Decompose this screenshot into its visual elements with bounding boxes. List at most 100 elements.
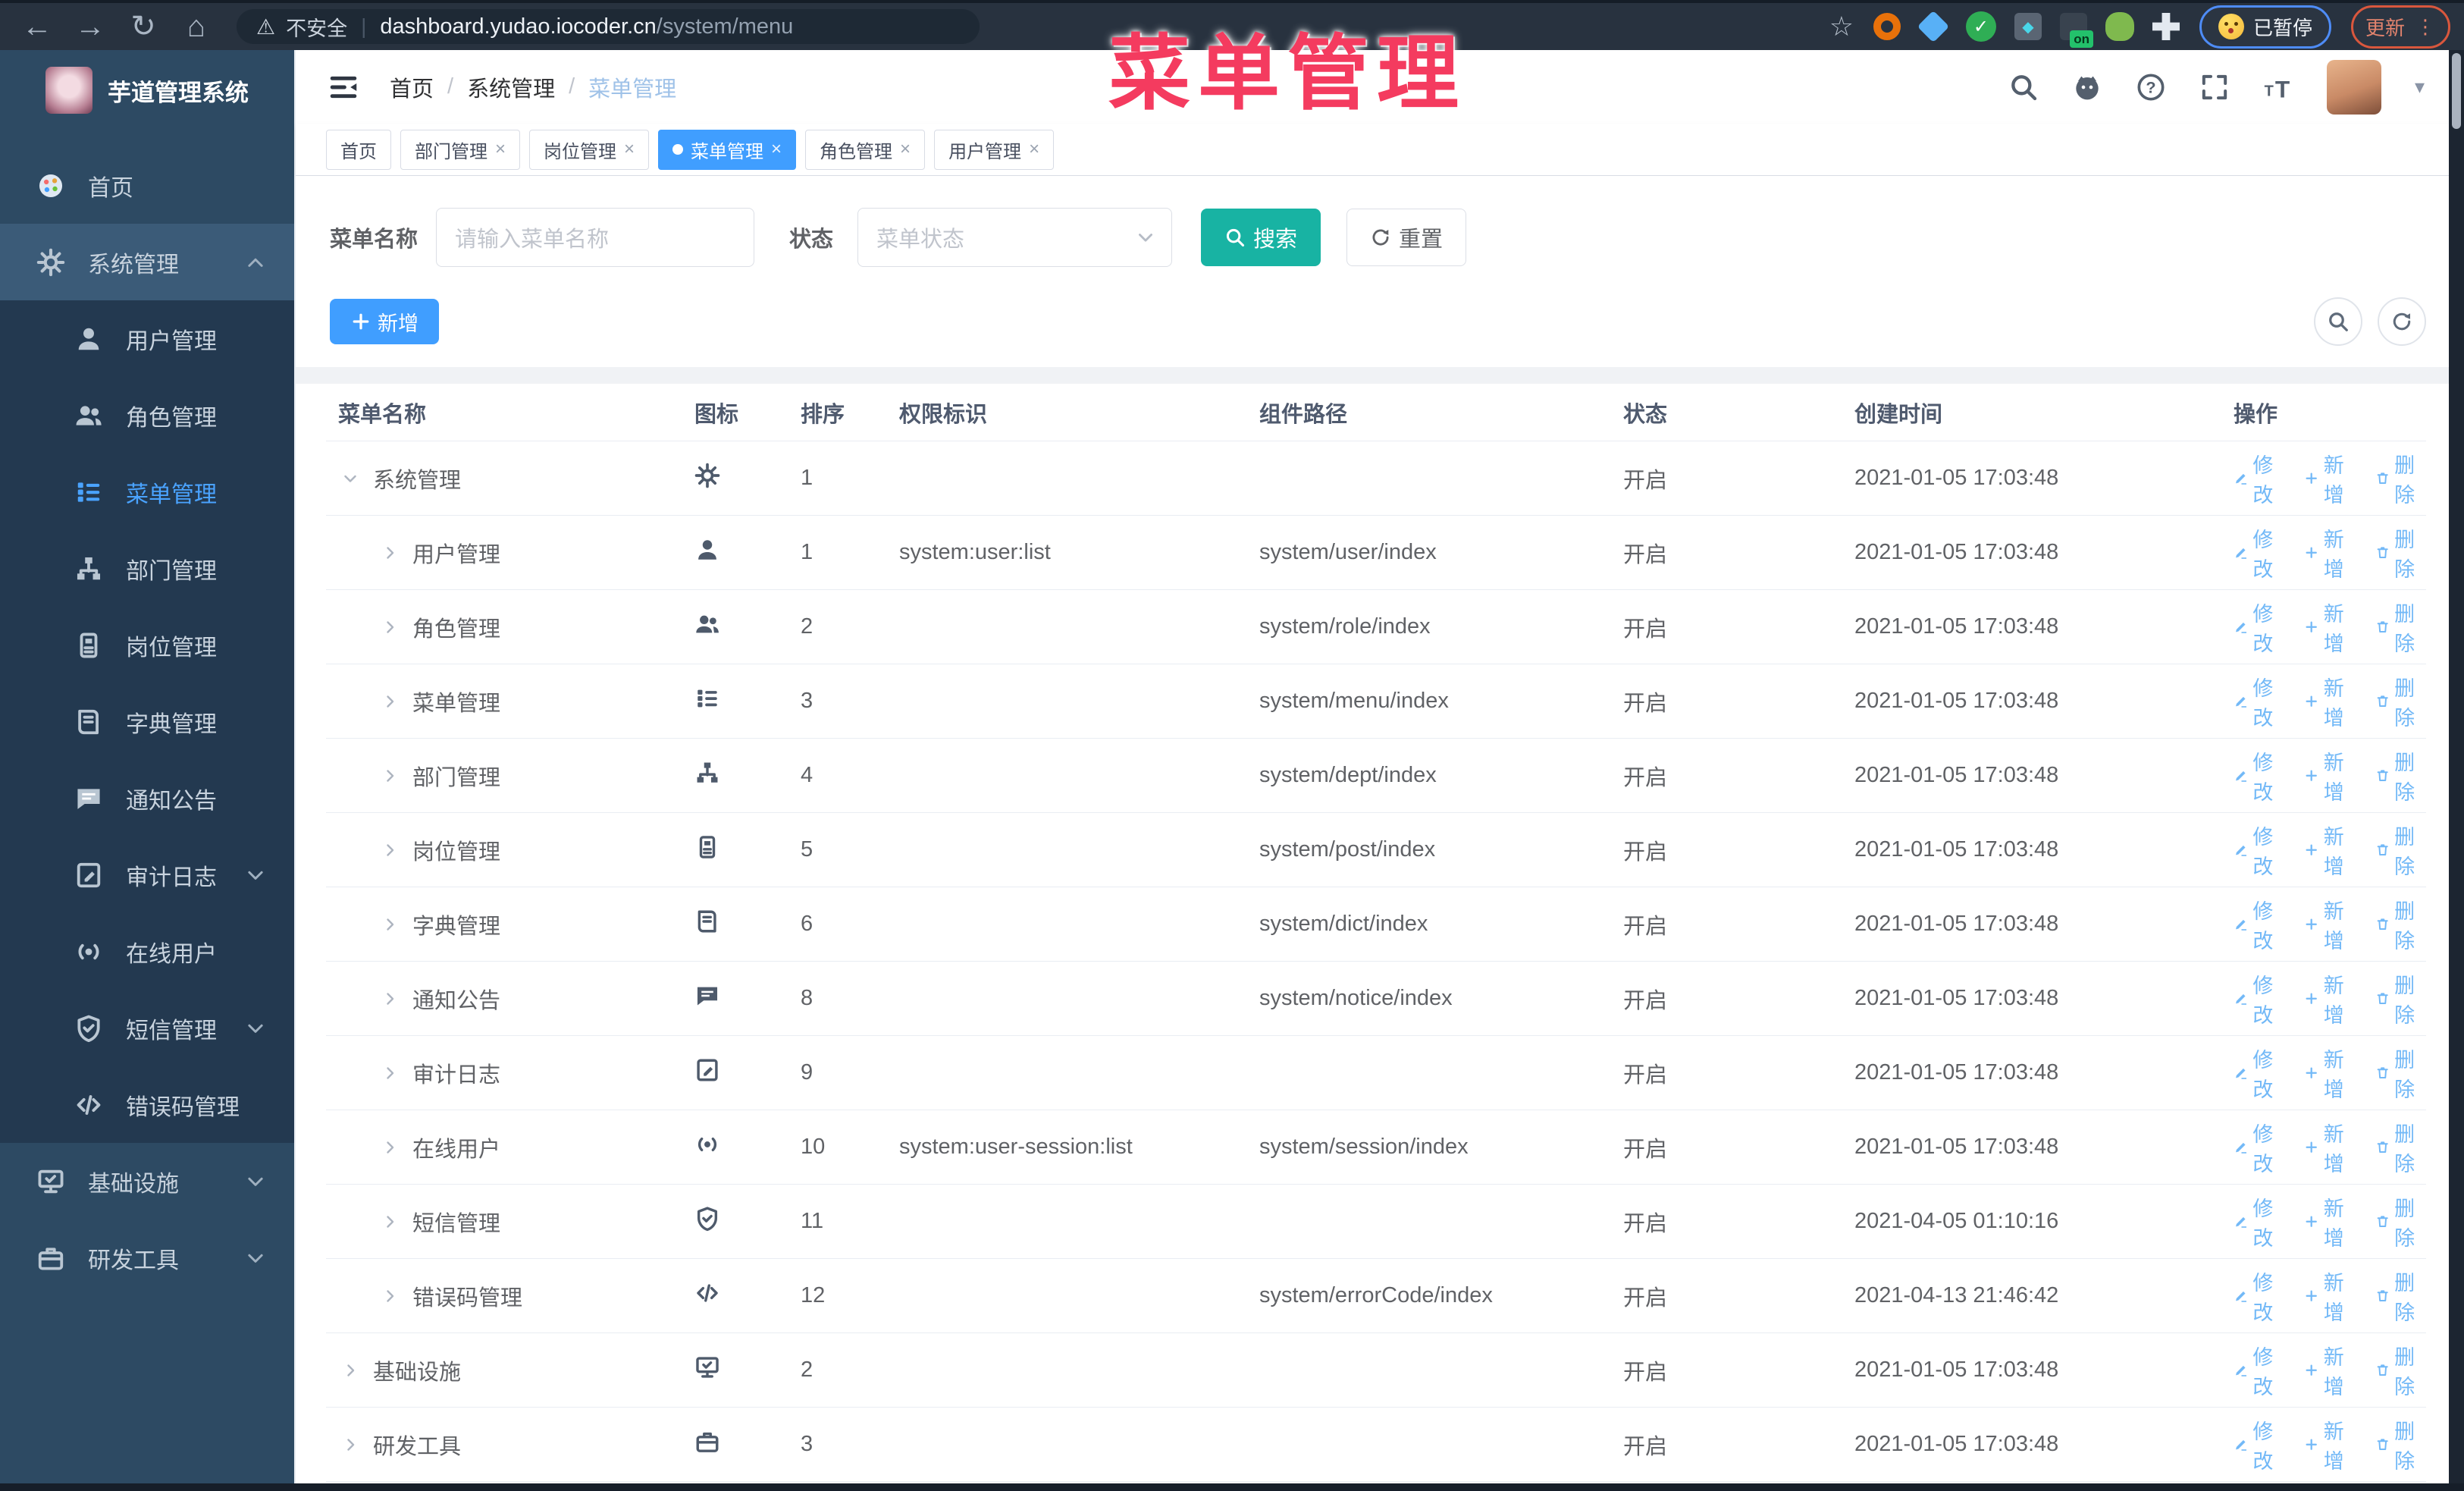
chevron-right-icon[interactable] [381,915,399,934]
back-icon[interactable]: ← [14,5,61,49]
sidebar-item-user[interactable]: 用户管理 [0,300,294,377]
edit-link[interactable]: 修改 [2234,1341,2284,1400]
status-select[interactable]: 菜单状态 [857,208,1173,267]
delete-link[interactable]: 删除 [2375,1118,2426,1177]
edit-link[interactable]: 修改 [2234,1415,2284,1474]
edit-link[interactable]: 修改 [2234,821,2284,880]
bookmark-star-icon[interactable]: ☆ [1829,11,1854,42]
edit-link[interactable]: 修改 [2234,969,2284,1028]
search-button[interactable]: 搜索 [1201,209,1321,266]
delete-link[interactable]: 删除 [2375,1044,2426,1103]
delete-link[interactable]: 删除 [2375,1415,2426,1474]
delete-link[interactable]: 删除 [2375,895,2426,954]
breadcrumb-item[interactable]: 系统管理 [467,71,555,103]
add-link[interactable]: 新增 [2304,449,2355,508]
edit-link[interactable]: 修改 [2234,1192,2284,1251]
page-scrollbar[interactable] [2449,50,2464,1483]
help-icon[interactable]: ? [2136,72,2166,102]
sidebar-item-dept[interactable]: 部门管理 [0,530,294,607]
tab-post[interactable]: 岗位管理 × [529,129,650,170]
chevron-right-icon[interactable] [381,767,399,785]
chevron-down-icon[interactable] [341,469,359,488]
close-icon[interactable]: × [900,140,911,159]
edit-link[interactable]: 修改 [2234,1118,2284,1177]
add-link[interactable]: 新增 [2304,746,2355,805]
forward-icon[interactable]: → [67,5,114,49]
add-link[interactable]: 新增 [2304,1118,2355,1177]
delete-link[interactable]: 删除 [2375,969,2426,1028]
sidebar-item-infra[interactable]: 基础设施 [0,1143,294,1219]
blue-gem-extension-icon[interactable] [1917,10,1950,43]
gray-toggles-extension-icon[interactable]: ◆ [2014,13,2042,40]
tab-home[interactable]: 首页 [326,129,391,170]
sidebar-item-dict[interactable]: 字典管理 [0,683,294,760]
reset-button[interactable]: 重置 [1346,209,1467,266]
chevron-right-icon[interactable] [381,1213,399,1231]
kebab-menu-icon[interactable]: ⋮ [2415,15,2436,39]
green-check-extension-icon[interactable]: ✓ [1965,11,1996,42]
edit-link[interactable]: 修改 [2234,1267,2284,1326]
delete-link[interactable]: 删除 [2375,672,2426,731]
add-link[interactable]: 新增 [2304,1267,2355,1326]
chevron-right-icon[interactable] [381,544,399,562]
close-icon[interactable]: × [495,140,506,159]
toggle-search-button[interactable] [2314,297,2362,346]
add-link[interactable]: 新增 [2304,1192,2355,1251]
add-link[interactable]: 新增 [2304,895,2355,954]
edit-link[interactable]: 修改 [2234,895,2284,954]
tab-role[interactable]: 角色管理 × [805,129,926,170]
delete-link[interactable]: 删除 [2375,1267,2426,1326]
add-link[interactable]: 新增 [2304,1044,2355,1103]
sidebar-item-errcode[interactable]: 错误码管理 [0,1066,294,1143]
chevron-right-icon[interactable] [341,1361,359,1380]
edit-link[interactable]: 修改 [2234,449,2284,508]
refresh-table-button[interactable] [2378,297,2426,346]
sidebar-item-sms[interactable]: 短信管理 [0,990,294,1066]
chevron-right-icon[interactable] [381,618,399,636]
home-icon[interactable]: ⌂ [173,5,220,49]
reload-icon[interactable]: ↻ [120,5,167,49]
chevron-right-icon[interactable] [381,990,399,1008]
fullscreen-icon[interactable] [2199,72,2230,102]
add-link[interactable]: 新增 [2304,1341,2355,1400]
delete-link[interactable]: 删除 [2375,746,2426,805]
delete-link[interactable]: 删除 [2375,821,2426,880]
tab-user[interactable]: 用户管理 × [934,129,1055,170]
logo-row[interactable]: 芋道管理系统 [0,50,294,120]
edit-link[interactable]: 修改 [2234,746,2284,805]
add-link[interactable]: 新增 [2304,969,2355,1028]
chevron-right-icon[interactable] [381,1287,399,1305]
sidebar-fold-icon[interactable] [326,70,361,105]
add-link[interactable]: 新增 [2304,672,2355,731]
add-button[interactable]: 新增 [330,299,439,344]
address-bar[interactable]: ⚠ 不安全 | dashboard.yudao.iocoder.cn/syste… [237,9,980,44]
close-icon[interactable]: × [624,140,635,159]
chevron-right-icon[interactable] [381,692,399,711]
sidebar-item-dev[interactable]: 研发工具 [0,1219,294,1296]
edit-link[interactable]: 修改 [2234,672,2284,731]
avatar[interactable] [2326,59,2381,115]
chevron-right-icon[interactable] [381,1138,399,1157]
add-link[interactable]: 新增 [2304,598,2355,657]
tab-dept[interactable]: 部门管理 × [400,129,521,170]
sidebar-item-system[interactable]: 系统管理 [0,224,294,300]
chevron-down-icon[interactable]: ▾ [2415,75,2425,99]
add-link[interactable]: 新增 [2304,1415,2355,1474]
sidebar-item-audit[interactable]: 审计日志 [0,837,294,913]
delete-link[interactable]: 删除 [2375,1192,2426,1251]
sidebar-item-role[interactable]: 角色管理 [0,377,294,454]
close-icon[interactable]: × [1029,140,1039,159]
green-droid-extension-icon[interactable] [2105,12,2134,41]
menu-name-input[interactable]: 请输入菜单名称 [436,208,755,267]
edit-link[interactable]: 修改 [2234,598,2284,657]
dark-on-extension-icon[interactable] [2059,13,2093,48]
tab-menu[interactable]: 菜单管理 × [658,129,797,170]
fontsize-icon[interactable]: TT [2263,72,2293,102]
paused-extension-pill[interactable]: 已暂停 [2199,5,2331,49]
sidebar-item-post[interactable]: 岗位管理 [0,607,294,683]
sidebar-item-notice[interactable]: 通知公告 [0,760,294,837]
edit-link[interactable]: 修改 [2234,1044,2284,1103]
search-icon[interactable] [2008,72,2039,102]
delete-link[interactable]: 删除 [2375,449,2426,508]
sidebar-item-home[interactable]: 首页 [0,147,294,224]
